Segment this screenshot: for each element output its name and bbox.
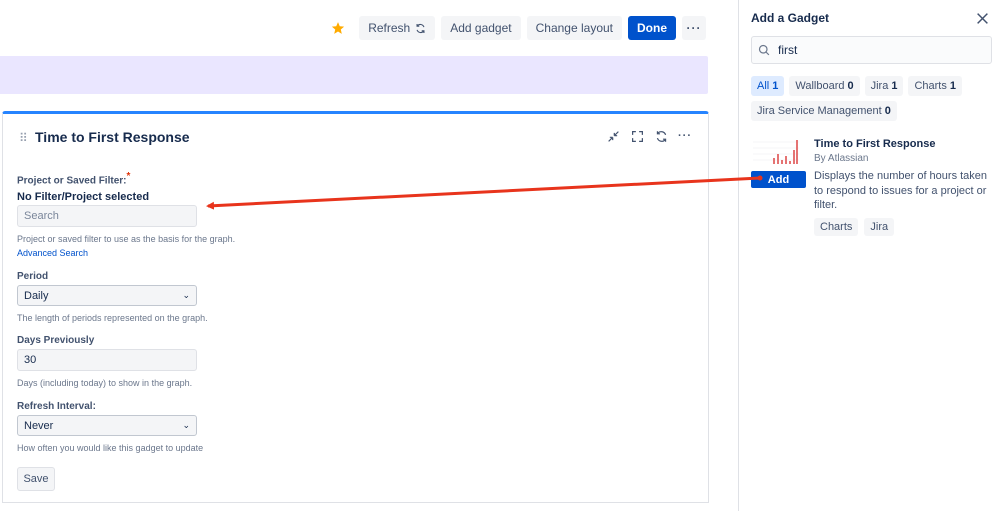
gadget-time-to-first-response: ⠿ Time to First Response ··· Project or … (2, 111, 709, 503)
done-button[interactable]: Done (628, 16, 676, 40)
refresh-interval-select[interactable]: Never ⌄ (17, 415, 197, 437)
change-layout-button[interactable]: Change layout (526, 16, 622, 40)
more-actions-button[interactable]: ··· (682, 16, 706, 40)
info-banner (0, 56, 708, 94)
period-label: Period (17, 271, 49, 283)
project-search-input[interactable]: Search (17, 205, 197, 228)
gadget-search-field[interactable] (751, 36, 992, 64)
result-title: Time to First Response (814, 138, 936, 150)
refresh-button[interactable]: Refresh (359, 16, 436, 40)
fullscreen-icon[interactable] (628, 127, 646, 145)
save-button[interactable]: Save (17, 467, 55, 492)
gadget-actions: ··· (604, 127, 694, 145)
days-previously-input[interactable]: 30 (17, 349, 197, 372)
gadget-thumbnail (751, 136, 801, 166)
refresh-help-text: How often you would like this gadget to … (17, 443, 204, 454)
chevron-down-icon: ⌄ (182, 420, 190, 431)
period-select[interactable]: Daily ⌄ (17, 285, 197, 307)
gadget-search-input[interactable] (778, 43, 978, 57)
category-filters: All 1 Wallboard 0 Jira 1 Charts 1 Jira Servi… (751, 76, 991, 121)
filter-chip-jira-service-management[interactable]: Jira Service Management 0 (751, 101, 897, 121)
refresh-icon (416, 23, 425, 33)
filter-chip-all[interactable]: All 1 (751, 76, 785, 96)
tag-jira[interactable]: Jira (864, 218, 895, 236)
advanced-search-link[interactable]: Advanced Search (17, 248, 417, 258)
period-help-text: The length of periods represented on the… (17, 313, 208, 324)
project-help-text: Project or saved filter to use as the ba… (17, 234, 236, 245)
days-previously-label: Days Previously (17, 335, 95, 347)
gadget-config-form: Project or Saved Filter:* No Filter/Proj… (17, 169, 417, 492)
result-description: Displays the number of hours taken to re… (814, 170, 988, 211)
refresh-interval-label: Refresh Interval: (17, 401, 96, 413)
no-filter-text: No Filter/Project selected (17, 191, 150, 204)
minimize-icon[interactable] (604, 127, 622, 145)
refresh-icon[interactable] (652, 127, 670, 145)
days-help-text: Days (including today) to show in the gr… (17, 378, 193, 389)
filter-chip-jira[interactable]: Jira 1 (864, 76, 904, 96)
close-icon[interactable] (973, 9, 991, 27)
gadget-title: Time to First Response (35, 129, 190, 145)
result-tags: Charts Jira (814, 218, 895, 236)
gadget-header: ⠿ Time to First Response ··· (3, 114, 708, 158)
project-filter-label: Project or Saved Filter:* (17, 171, 131, 187)
panel-title: Add a Gadget (751, 11, 830, 25)
drag-handle-icon[interactable]: ⠿ (19, 131, 28, 145)
add-gadget-panel: Add a Gadget All1 Wallboard0 Jira1 Chart… (738, 0, 999, 511)
result-author: By Atlassian (814, 153, 869, 164)
dashboard-main: Refresh Add gadget Change layout Done ··… (0, 0, 738, 511)
more-icon[interactable]: ··· (676, 127, 694, 145)
add-gadget-result-button[interactable]: Add (751, 171, 806, 188)
chevron-down-icon: ⌄ (182, 290, 190, 301)
filter-chip-wallboard[interactable]: Wallboard 0 (789, 76, 860, 96)
star-icon[interactable] (327, 17, 349, 39)
add-gadget-button[interactable]: Add gadget (441, 16, 521, 40)
refresh-button-label: Refresh (368, 21, 411, 35)
dashboard-toolbar: Refresh Add gadget Change layout Done ··… (327, 16, 706, 40)
search-icon (758, 44, 770, 56)
required-mark: * (126, 171, 131, 182)
tag-charts[interactable]: Charts (814, 218, 859, 236)
filter-chip-charts[interactable]: Charts 1 (908, 76, 962, 96)
